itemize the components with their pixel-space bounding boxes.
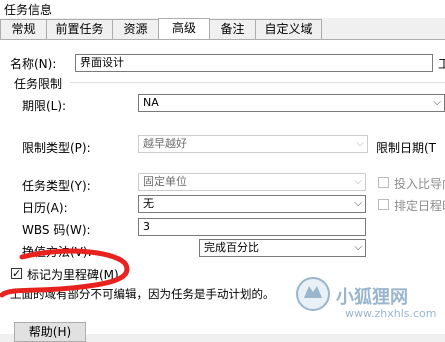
- constraint-group-title: 任务限制: [14, 77, 63, 91]
- ignore-calendar-label: 排定日程时: [394, 199, 445, 213]
- milestone-checkbox[interactable]: ✓: [11, 268, 22, 279]
- help-button[interactable]: 帮助(H): [14, 322, 86, 342]
- chevron-down-icon[interactable]: ⌵: [354, 174, 362, 190]
- watermark-text: 小狐狸网: [336, 287, 408, 308]
- tab-custom-fields[interactable]: 自定义域: [255, 19, 322, 39]
- wbs-field[interactable]: 3: [138, 218, 366, 236]
- fox-logo-icon: [296, 277, 330, 311]
- duration-label-cut: 工: [438, 57, 445, 71]
- constraint-date-label: 限制日期(T: [376, 141, 437, 155]
- chevron-down-icon[interactable]: ⌵: [354, 196, 362, 212]
- earned-value-value: 完成百分比: [204, 241, 259, 254]
- window-title: 任务信息: [4, 3, 53, 17]
- chevron-down-icon[interactable]: ⌵: [354, 240, 362, 256]
- tab-predecessors[interactable]: 前置任务: [46, 19, 113, 39]
- deadline-combo[interactable]: NA ⌵: [138, 94, 445, 112]
- manual-schedule-note: 上面的域有部分不可编辑，因为任务是手动计划的。: [10, 287, 275, 301]
- constraint-type-combo[interactable]: 越早越好 ⌵: [138, 135, 368, 153]
- deadline-label: 期限(L):: [22, 99, 67, 113]
- deadline-value: NA: [143, 96, 159, 109]
- wbs-label: WBS 码(W):: [22, 223, 91, 237]
- calendar-label: 日历(A):: [22, 201, 68, 215]
- ignore-calendar-checkbox[interactable]: [378, 199, 389, 210]
- group-divider: [70, 82, 445, 83]
- task-type-value: 固定单位: [143, 175, 187, 188]
- calendar-value: 无: [143, 197, 154, 210]
- name-label: 名称(N):: [10, 57, 57, 71]
- checkmark-icon: ✓: [12, 267, 22, 280]
- chevron-down-icon[interactable]: ⌵: [356, 136, 364, 152]
- name-field[interactable]: 界面设计: [75, 54, 433, 72]
- tab-advanced[interactable]: 高级: [158, 18, 210, 40]
- watermark-url: www.zhxhls.com: [345, 307, 437, 320]
- tab-general[interactable]: 常规: [0, 19, 47, 39]
- earned-value-combo[interactable]: 完成百分比 ⌵: [199, 239, 366, 257]
- title-bar: 任务信息: [0, 0, 445, 18]
- effort-driven-label: 投入比导向: [394, 177, 445, 191]
- constraint-type-value: 越早越好: [143, 137, 187, 150]
- tab-resources[interactable]: 资源: [112, 19, 159, 39]
- tab-strip: 常规 前置任务 资源 高级 备注 自定义域: [0, 18, 445, 40]
- effort-driven-checkbox[interactable]: [378, 177, 389, 188]
- constraint-type-label: 限制类型(P):: [22, 141, 91, 155]
- earned-value-label: 挣值方法(V):: [22, 245, 92, 259]
- task-type-label: 任务类型(Y):: [22, 179, 91, 193]
- calendar-combo[interactable]: 无 ⌵: [138, 195, 366, 213]
- tab-notes[interactable]: 备注: [209, 19, 256, 39]
- chevron-down-icon[interactable]: ⌵: [433, 95, 441, 111]
- milestone-label: 标记为里程碑(M): [27, 268, 119, 282]
- task-type-combo[interactable]: 固定单位 ⌵: [138, 173, 366, 191]
